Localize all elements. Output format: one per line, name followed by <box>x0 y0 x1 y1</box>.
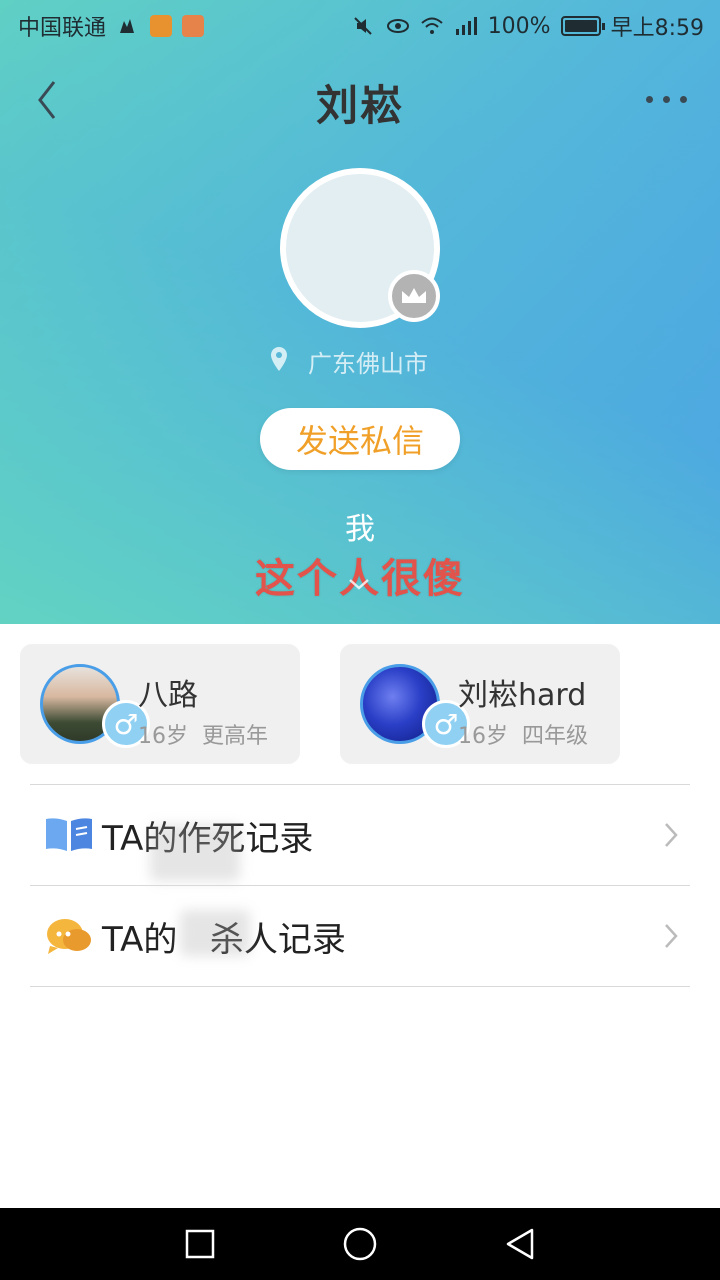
battery-percent: 100% <box>487 13 551 39</box>
friend-name: 刘崧hard <box>458 678 587 713</box>
carrier-label: 中国联通 <box>18 16 107 41</box>
friend-grade: 四年级 <box>522 724 589 749</box>
eye-comfort-icon <box>386 15 410 37</box>
more-dot <box>663 95 670 103</box>
menu-item-kill-record[interactable]: TA的 杀人记录 <box>30 886 690 986</box>
friend-info: 16岁 四年级 <box>458 718 588 750</box>
battery-icon <box>560 16 605 36</box>
circle-icon <box>343 1227 377 1261</box>
chevron-down-icon <box>349 579 369 590</box>
chevron-right-icon <box>662 821 680 849</box>
crown-icon <box>388 270 440 322</box>
system-nav-bar <box>0 1208 720 1280</box>
location: 广东佛山市 <box>270 344 428 379</box>
menu-item-prefix: TA的 <box>102 920 178 960</box>
back-nav-button[interactable] <box>502 1226 538 1262</box>
clock: 早上8:59 <box>610 16 704 41</box>
send-message-button[interactable]: 发送私信 <box>260 408 460 470</box>
more-dot <box>680 95 687 103</box>
chevron-right-icon <box>662 922 680 950</box>
menu-item-death-record[interactable]: TA的作死记录 <box>30 785 690 885</box>
more-dot <box>646 95 653 103</box>
status-bar: 中国联通 100% 早上8:59 <box>0 0 720 52</box>
blurred-overlay <box>180 910 250 956</box>
friend-card[interactable]: ♂ 八路 16岁 更高年 <box>20 644 300 764</box>
blurred-overlay <box>150 825 240 881</box>
friend-age: 16岁 <box>458 724 508 749</box>
friend-card[interactable]: ♂ 刘崧hard 16岁 四年级 <box>340 644 620 764</box>
friend-age: 16岁 <box>138 724 188 749</box>
friend-grade: 更高年 <box>202 724 269 749</box>
profile-header: 中国联通 100% 早上8:59 刘崧 广东佛山市 发送私信 我 这个人很傻 <box>0 0 720 624</box>
chat-bubble-icon <box>44 916 94 956</box>
triangle-back-icon <box>506 1228 534 1260</box>
app-notification-icon <box>150 15 173 37</box>
rabbit-app-icon <box>116 15 140 37</box>
friend-info: 16岁 更高年 <box>138 718 268 750</box>
expand-bio-button[interactable] <box>346 574 372 594</box>
bio-line-1: 我 <box>345 512 375 547</box>
mute-icon <box>352 15 376 37</box>
video-app-icon <box>182 15 205 37</box>
wifi-icon <box>420 15 444 37</box>
signal-icon <box>454 15 478 37</box>
location-text: 广东佛山市 <box>308 350 428 378</box>
location-pin-icon <box>270 346 288 378</box>
friend-name: 八路 <box>138 678 198 713</box>
recents-button[interactable] <box>182 1226 218 1262</box>
book-icon <box>44 815 94 855</box>
square-icon <box>185 1229 215 1259</box>
page-title: 刘崧 <box>315 81 404 130</box>
home-button[interactable] <box>342 1226 378 1262</box>
divider <box>30 986 690 987</box>
more-options-button[interactable] <box>646 86 694 112</box>
